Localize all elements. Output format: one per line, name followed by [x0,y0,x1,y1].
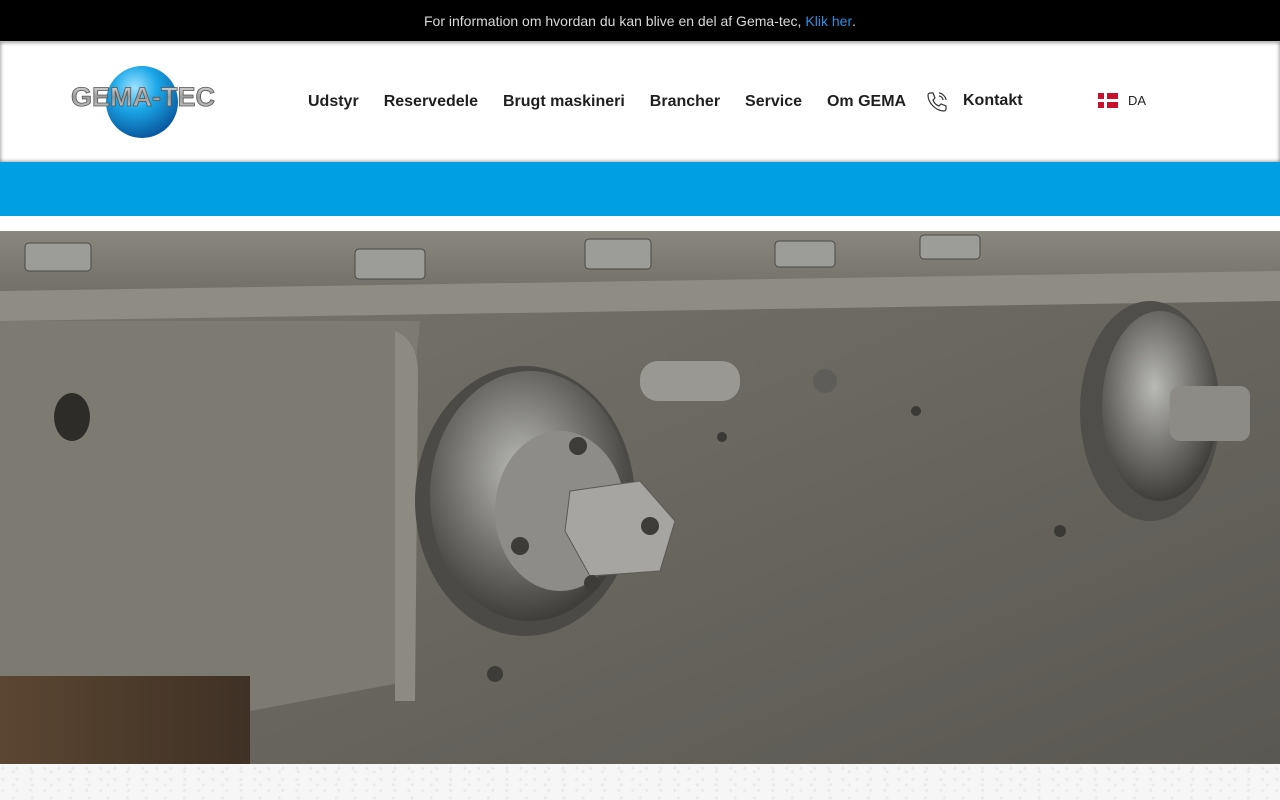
danish-flag-icon [1098,93,1118,108]
hero-image [0,231,1280,764]
logo[interactable]: GEMA-TEC [69,66,217,140]
section-background-strip [0,764,1280,800]
announcement-text: For information om hvordan du kan blive … [424,12,802,29]
announcement-bar: For information om hvordan du kan blive … [0,0,1280,41]
site-header: GEMA-TEC Udstyr Reservedele Brugt maskin… [0,41,1280,162]
nav-item-udstyr[interactable]: Udstyr [308,93,359,111]
contact-link[interactable]: Kontakt [963,92,1023,110]
nav-item-om-gema[interactable]: Om GEMA [827,93,906,111]
announcement-link[interactable]: Klik her [805,13,852,29]
nav-item-brancher[interactable]: Brancher [650,93,720,111]
announcement-suffix: . [852,12,856,29]
nav-item-reservedele[interactable]: Reservedele [384,93,478,111]
blue-banner-band [0,162,1280,216]
phone-icon[interactable] [925,90,949,114]
language-code: DA [1128,93,1147,108]
language-selector[interactable]: DA [1098,93,1146,108]
logo-text: GEMA-TEC [71,82,215,112]
nav-item-brugt-maskineri[interactable]: Brugt maskineri [503,93,625,111]
nav-item-service[interactable]: Service [745,93,802,111]
main-nav: Udstyr Reservedele Brugt maskineri Branc… [308,89,931,115]
